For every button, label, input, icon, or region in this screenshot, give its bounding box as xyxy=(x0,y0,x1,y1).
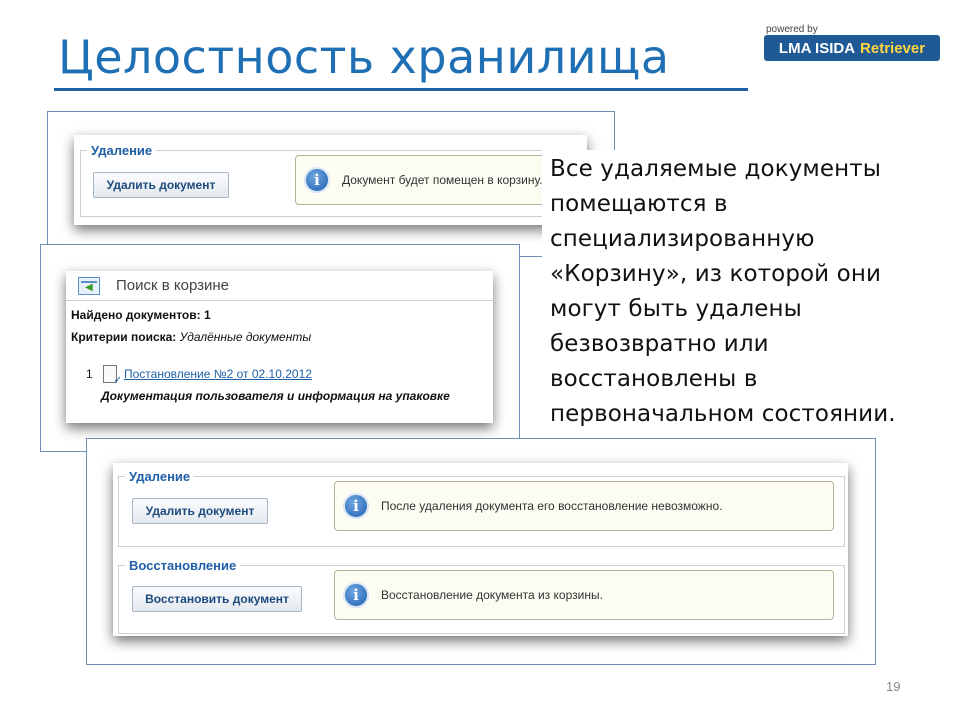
search-criteria-label: Критерии поиска: xyxy=(71,330,177,344)
delete-info-message: i Документ будет помещен в корзину. xyxy=(295,155,567,205)
found-count: Найдено документов: 1 xyxy=(71,308,211,322)
logo-badge: LMA ISIDA Retriever xyxy=(764,35,940,61)
permanent-delete-legend: Удаление xyxy=(129,469,191,484)
logo: powered by LMA ISIDA Retriever xyxy=(764,24,940,61)
info-icon: i xyxy=(304,167,330,193)
restore-info-message: i Восстановление документа из корзины. xyxy=(334,570,834,620)
permanent-delete-info-message: i После удаления документа его восстанов… xyxy=(334,481,834,531)
search-criteria-value: Удалённые документы xyxy=(179,330,312,344)
trash-search-title: Поиск в корзине xyxy=(116,277,229,294)
delete-group-legend: Удаление xyxy=(91,143,153,158)
screenshot-delete-restore-panel: Удаление Удалить документ i После удален… xyxy=(113,463,848,636)
permanent-delete-info-text: После удаления документа его восстановле… xyxy=(381,499,723,513)
slide-title: Целостность хранилища xyxy=(58,30,670,84)
restore-info-text: Восстановление документа из корзины. xyxy=(381,588,603,602)
result-index: 1 xyxy=(86,367,93,381)
trash-search-icon xyxy=(78,276,100,295)
restore-document-button[interactable]: Восстановить документ xyxy=(132,586,302,612)
result-description-text: Документация пользователя и информация н… xyxy=(101,389,450,403)
info-icon: i xyxy=(343,493,369,519)
delete-document-button[interactable]: Удалить документ xyxy=(93,172,229,198)
logo-powered-by: powered by xyxy=(766,24,818,35)
trash-search-header: Поиск в корзине xyxy=(66,271,493,301)
slide-description: Все удаляемые документы помещаются в спе… xyxy=(542,150,938,436)
found-count-text: Найдено документов: 1 xyxy=(71,308,211,322)
result-description: Документация пользователя и информация н… xyxy=(101,389,450,403)
search-criteria: Критерии поиска: Удалённые документы xyxy=(71,330,311,344)
logo-product: Retriever xyxy=(860,39,926,57)
restore-group-legend: Восстановление xyxy=(129,558,237,573)
logo-brand: LMA ISIDA xyxy=(778,39,856,57)
title-underline xyxy=(54,88,748,91)
page-number: 19 xyxy=(886,679,901,694)
info-icon: i xyxy=(343,582,369,608)
permanent-delete-button[interactable]: Удалить документ xyxy=(132,498,268,524)
result-document-link[interactable]: Постановление №2 от 02.10.2012 xyxy=(124,367,312,381)
screenshot-trash-search: Поиск в корзине Найдено документов: 1 Кр… xyxy=(66,271,493,423)
screenshot-delete-panel: Удаление Удалить документ i Документ буд… xyxy=(74,135,587,225)
delete-info-text: Документ будет помещен в корзину. xyxy=(342,173,543,187)
document-icon xyxy=(103,365,122,386)
